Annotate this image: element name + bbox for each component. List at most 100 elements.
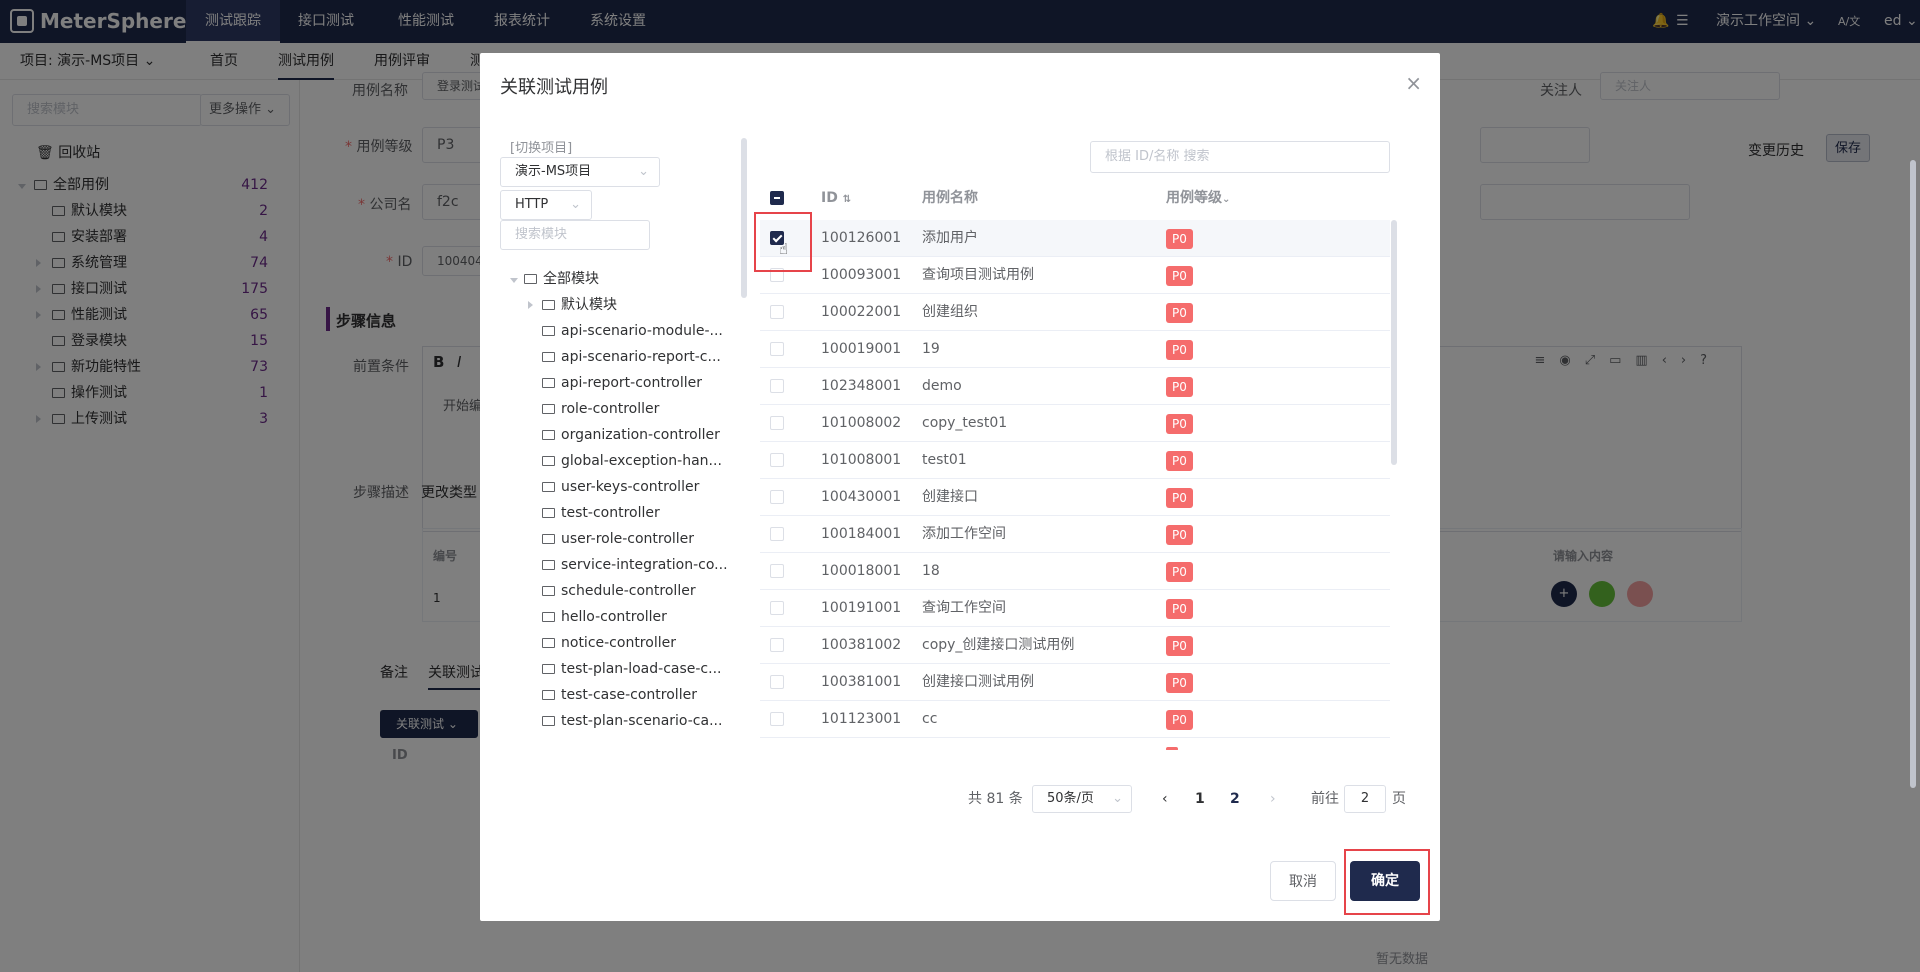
priority-badge: P0 xyxy=(1166,488,1193,508)
table-row[interactable]: 100022001 创建组织 P0 xyxy=(760,294,1390,331)
relate-test-case-dialog: 关联测试用例 × [切换项目] 演示-MS项目 ⌄ HTTP ⌄ 搜索模块 全部模块… xyxy=(480,53,1440,921)
case-id: 100018001 xyxy=(821,563,902,579)
priority-badge: P0 xyxy=(1166,229,1193,249)
table-row[interactable]: 100184001 添加工作空间 P0 xyxy=(760,516,1390,553)
table-row[interactable]: 101008001 test01 P0 xyxy=(760,442,1390,479)
next-page-icon[interactable]: › xyxy=(1270,785,1276,813)
case-id: 100093001 xyxy=(821,267,902,283)
case-id: 100022001 xyxy=(821,304,902,320)
case-id: 102348001 xyxy=(821,378,902,394)
table-row[interactable]: 100126001 添加用户 P0 xyxy=(760,220,1390,257)
folder-icon xyxy=(542,404,555,414)
table-row[interactable]: 100381001 创建接口测试用例 P0 xyxy=(760,664,1390,701)
folder-icon xyxy=(542,664,555,674)
case-search-input[interactable]: 根据 ID/名称 搜索 xyxy=(1090,141,1390,173)
table-scrollbar[interactable] xyxy=(1391,220,1397,465)
row-checkbox[interactable] xyxy=(770,638,784,652)
priority-badge: P0 xyxy=(1166,710,1193,730)
folder-icon xyxy=(542,326,555,336)
table-row[interactable]: 100093001 查询项目测试用例 P0 xyxy=(760,257,1390,294)
column-id[interactable]: ID ⇅ xyxy=(821,178,851,218)
row-checkbox[interactable] xyxy=(770,712,784,726)
case-id: 100126001 xyxy=(821,230,902,246)
priority-badge-peek xyxy=(1166,747,1178,750)
column-level[interactable]: 用例等级⌄ xyxy=(1166,178,1230,218)
row-checkbox[interactable] xyxy=(770,379,784,393)
case-name: 查询工作空间 xyxy=(922,600,1006,616)
prev-page-icon[interactable]: ‹ xyxy=(1162,785,1168,813)
goto-prefix: 前往 xyxy=(1311,791,1339,807)
sort-icon[interactable]: ⇅ xyxy=(843,194,851,205)
dialog-tree-label: schedule-controller xyxy=(542,578,696,604)
case-id: 101008002 xyxy=(821,415,902,431)
dialog-tree-label: user-keys-controller xyxy=(542,474,699,500)
page-scrollbar[interactable] xyxy=(1910,160,1916,788)
dialog-tree-label: test-plan-load-case-c... xyxy=(542,656,721,682)
dialog-title: 关联测试用例 xyxy=(500,77,608,98)
table-row[interactable]: 100018001 18 P0 xyxy=(760,553,1390,590)
priority-badge: P0 xyxy=(1166,377,1193,397)
dialog-tree-label: api-scenario-report-c... xyxy=(542,344,721,370)
page-2[interactable]: 2 xyxy=(1230,785,1240,813)
page-1[interactable]: 1 xyxy=(1195,785,1205,813)
goto-page-input[interactable]: 2 xyxy=(1344,785,1386,813)
column-name: 用例名称 xyxy=(922,190,978,206)
folder-icon xyxy=(542,560,555,570)
priority-badge: P0 xyxy=(1166,599,1193,619)
table-row[interactable]: 100191001 查询工作空间 P0 xyxy=(760,590,1390,627)
row-checkbox[interactable] xyxy=(770,416,784,430)
page-size-select[interactable]: 50条/页 ⌄ xyxy=(1032,785,1132,813)
table-body: 100126001 添加用户 P0 100093001 查询项目测试用例 P0 100022… xyxy=(760,220,1390,750)
case-id: 100184001 xyxy=(821,526,902,542)
row-checkbox[interactable] xyxy=(770,342,784,356)
close-icon[interactable]: × xyxy=(1405,71,1422,95)
page-size-value: 50条/页 xyxy=(1047,791,1094,806)
folder-icon xyxy=(542,430,555,440)
priority-badge: P0 xyxy=(1166,303,1193,323)
dialog-tree-label: notice-controller xyxy=(542,630,676,656)
case-id: 100381001 xyxy=(821,674,902,690)
row-checkbox[interactable] xyxy=(770,675,784,689)
table-row[interactable]: 101123001 cc P0 xyxy=(760,701,1390,738)
case-id: 101008001 xyxy=(821,452,902,468)
table-row[interactable]: 100430001 创建接口 P0 xyxy=(760,479,1390,516)
dialog-tree-label: test-case-controller xyxy=(542,682,697,708)
table-row[interactable]: 100381002 copy_创建接口测试用例 P0 xyxy=(760,627,1390,664)
switch-project-link[interactable]: [切换项目] xyxy=(510,137,572,156)
priority-badge: P0 xyxy=(1166,562,1193,582)
case-name: copy_创建接口测试用例 xyxy=(922,637,1075,653)
chevron-down-icon: ⌄ xyxy=(1112,791,1123,806)
protocol-select[interactable]: HTTP ⌄ xyxy=(500,190,592,220)
row-checkbox[interactable] xyxy=(770,490,784,504)
case-id: 100191001 xyxy=(821,600,902,616)
dialog-module-search-input[interactable]: 搜索模块 xyxy=(500,220,650,250)
caret-down-icon[interactable] xyxy=(510,266,518,292)
folder-icon xyxy=(524,274,537,284)
folder-icon xyxy=(542,716,555,726)
priority-badge: P0 xyxy=(1166,414,1193,434)
row-checkbox[interactable] xyxy=(770,453,784,467)
tree-scrollbar[interactable] xyxy=(741,138,747,298)
folder-icon xyxy=(542,482,555,492)
column-id-label: ID xyxy=(821,190,838,206)
row-checkbox[interactable] xyxy=(770,601,784,615)
caret-right-icon[interactable] xyxy=(528,292,533,318)
filter-icon[interactable]: ⌄ xyxy=(1222,194,1230,205)
project-select[interactable]: 演示-MS项目 ⌄ xyxy=(500,157,660,187)
row-checkbox[interactable] xyxy=(770,527,784,541)
case-id: 101123001 xyxy=(821,711,902,727)
table-row[interactable]: 101008002 copy_test01 P0 xyxy=(760,405,1390,442)
dialog-module-tree: 全部模块 默认模块 api-scenario-module-... api-scena… xyxy=(510,266,728,786)
folder-icon xyxy=(542,352,555,362)
row-checkbox[interactable] xyxy=(770,305,784,319)
case-name: 18 xyxy=(922,563,940,579)
cancel-button[interactable]: 取消 xyxy=(1270,861,1336,901)
table-row[interactable]: 102348001 demo P0 xyxy=(760,368,1390,405)
select-all-checkbox[interactable] xyxy=(770,191,784,205)
row-checkbox[interactable] xyxy=(770,564,784,578)
folder-icon xyxy=(542,378,555,388)
table-header xyxy=(760,178,1390,218)
table-row[interactable]: 100019001 19 P0 xyxy=(760,331,1390,368)
confirm-button[interactable]: 确定 xyxy=(1350,861,1420,901)
dialog-tree-label: service-integration-co... xyxy=(542,552,728,578)
